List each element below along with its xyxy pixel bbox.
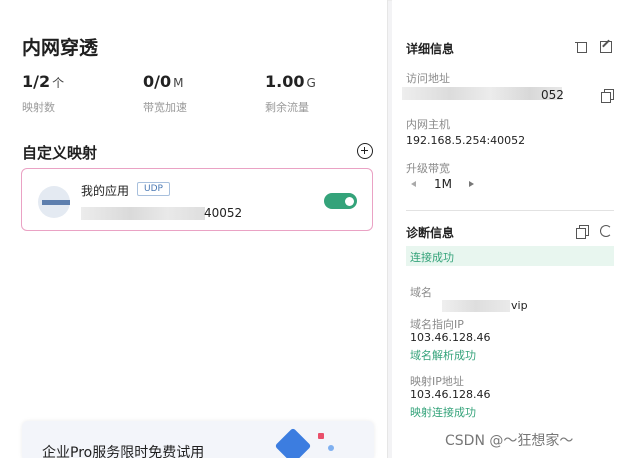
mapping-name: 我的应用: [81, 184, 130, 198]
copy-icon[interactable]: [576, 225, 589, 239]
stat-bandwidth: 0/0 M 带宽加速: [143, 72, 187, 115]
domain-ip-value: 103.46.128.46: [410, 331, 491, 344]
mapped-ip-status: 映射连接成功: [410, 406, 476, 419]
intranet-host-label: 内网主机: [406, 118, 450, 131]
mapping-address-suffix: 40052: [204, 206, 243, 220]
access-address-suffix: 052: [541, 88, 564, 102]
decrease-bandwidth-icon[interactable]: [411, 181, 416, 187]
promo-cube-icon: [274, 427, 312, 458]
section-divider: [406, 210, 614, 211]
domain-ip-status: 域名解析成功: [410, 349, 476, 362]
app-logo-icon: [38, 186, 70, 218]
edit-icon[interactable]: [600, 40, 612, 53]
access-address-label: 访问地址: [406, 72, 450, 85]
domain-label: 域名: [410, 286, 432, 299]
protocol-badge: UDP: [137, 182, 170, 196]
blurred-access-address: [402, 87, 562, 100]
page-title: 内网穿透: [22, 37, 99, 59]
left-panel: 内网穿透 1/2 个 映射数 0/0 M 带宽加速 1.00 G 剩余流量 自定义映射…: [0, 0, 388, 458]
custom-mapping-title: 自定义映射: [22, 144, 98, 162]
promo-sparkle-icon: [318, 433, 324, 439]
connection-status: 连接成功: [410, 251, 454, 264]
intranet-host-value: 192.168.5.254:40052: [406, 134, 526, 147]
diagnosis-title: 诊断信息: [406, 226, 455, 240]
stat-traffic: 1.00 G 剩余流量: [265, 72, 316, 115]
upgrade-bandwidth-label: 升级带宽: [406, 162, 450, 175]
blurred-address: [81, 207, 205, 220]
promo-banner[interactable]: 企业Pro服务限时免费试用: [22, 421, 374, 458]
domain-value-suffix: vip: [511, 299, 528, 312]
blurred-domain: [442, 300, 510, 312]
refresh-icon[interactable]: [600, 225, 612, 237]
promo-sparkle-icon: [328, 445, 334, 451]
stat-unit: 个: [52, 76, 65, 90]
add-mapping-icon[interactable]: [357, 143, 373, 159]
stat-label: 剩余流量: [265, 101, 309, 114]
details-title: 详细信息: [406, 42, 455, 56]
bandwidth-value: 1M: [434, 177, 452, 191]
stat-value: 1.00: [265, 72, 305, 91]
promo-text: 企业Pro服务限时免费试用: [42, 445, 205, 458]
domain-ip-label: 域名指向IP: [410, 318, 464, 331]
stat-mapping-count: 1/2 个 映射数: [22, 72, 64, 115]
copy-icon[interactable]: [601, 89, 614, 103]
mapped-ip-label: 映射IP地址: [410, 375, 464, 388]
mapping-card[interactable]: 我的应用 UDP 40052: [21, 168, 373, 231]
mapped-ip-value: 103.46.128.46: [410, 388, 491, 401]
trash-icon[interactable]: [575, 40, 587, 53]
stat-value: 0/0: [143, 72, 172, 91]
watermark: CSDN @～狂想家～: [445, 433, 574, 449]
stat-label: 带宽加速: [143, 101, 187, 114]
stat-value: 1/2: [22, 72, 51, 91]
stat-label: 映射数: [22, 101, 55, 114]
stat-unit: G: [306, 76, 316, 90]
stat-unit: M: [173, 76, 184, 90]
right-panel: 详细信息 访问地址 052 内网主机 192.168.5.254:40052 升…: [392, 0, 627, 458]
mapping-enable-toggle[interactable]: [324, 193, 357, 209]
increase-bandwidth-icon[interactable]: [469, 181, 474, 187]
